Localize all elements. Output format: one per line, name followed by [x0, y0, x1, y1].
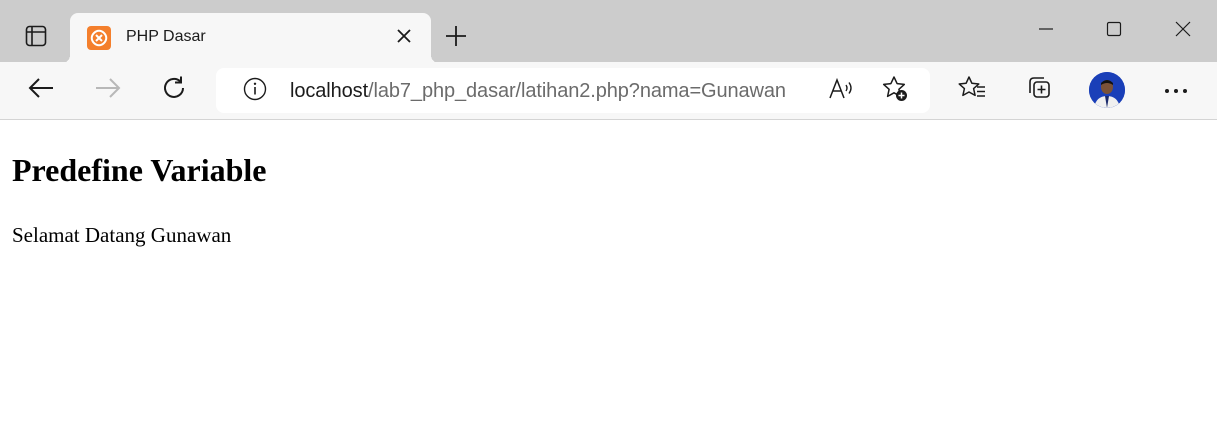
- tab-strip: PHP Dasar: [0, 0, 1217, 63]
- browser-toolbar: localhost/lab7_php_dasar/latihan2.php?na…: [0, 62, 1217, 120]
- tab-php-dasar[interactable]: PHP Dasar: [62, 13, 439, 63]
- maximize-icon: [1106, 21, 1122, 42]
- favorites-icon: [958, 75, 986, 106]
- more-button[interactable]: [1156, 70, 1196, 110]
- read-aloud-icon: [828, 77, 854, 106]
- page-title: Predefine Variable: [12, 152, 267, 188]
- add-favorite-button[interactable]: [879, 75, 911, 107]
- tab-title: PHP Dasar: [126, 28, 206, 45]
- favorites-button[interactable]: [952, 70, 992, 110]
- url-host: localhost: [290, 80, 369, 102]
- tab-actions-button[interactable]: [16, 20, 56, 56]
- new-tab-button[interactable]: [440, 22, 472, 54]
- tab-actions-icon: [25, 25, 47, 52]
- collections-icon: [1026, 75, 1052, 106]
- back-arrow-icon: [28, 77, 54, 104]
- close-icon: [397, 28, 411, 48]
- minimize-button[interactable]: [1023, 10, 1069, 52]
- forward-arrow-icon: [95, 77, 121, 104]
- minimize-icon: [1038, 21, 1054, 42]
- xampp-logo-icon: [87, 26, 111, 50]
- url-text[interactable]: localhost/lab7_php_dasar/latihan2.php?na…: [290, 80, 786, 103]
- close-icon: [1175, 21, 1191, 42]
- read-aloud-button[interactable]: [825, 75, 857, 107]
- plus-icon: [445, 25, 467, 52]
- refresh-button[interactable]: [154, 70, 194, 110]
- info-icon: [243, 77, 267, 106]
- back-button[interactable]: [21, 70, 61, 110]
- more-icon: [1164, 81, 1188, 99]
- address-bar[interactable]: localhost/lab7_php_dasar/latihan2.php?na…: [216, 68, 930, 113]
- add-favorite-icon: [881, 75, 909, 108]
- refresh-icon: [161, 75, 187, 106]
- maximize-button[interactable]: [1091, 10, 1137, 52]
- greeting-text: Selamat Datang Gunawan: [12, 223, 232, 247]
- close-window-button[interactable]: [1160, 10, 1206, 52]
- collections-button[interactable]: [1019, 70, 1059, 110]
- avatar[interactable]: [1089, 72, 1125, 108]
- site-info-button[interactable]: [239, 75, 271, 107]
- forward-button[interactable]: [88, 70, 128, 110]
- url-path: /lab7_php_dasar/latihan2.php?nama=Gunawa…: [368, 80, 786, 102]
- close-tab-button[interactable]: [393, 27, 415, 49]
